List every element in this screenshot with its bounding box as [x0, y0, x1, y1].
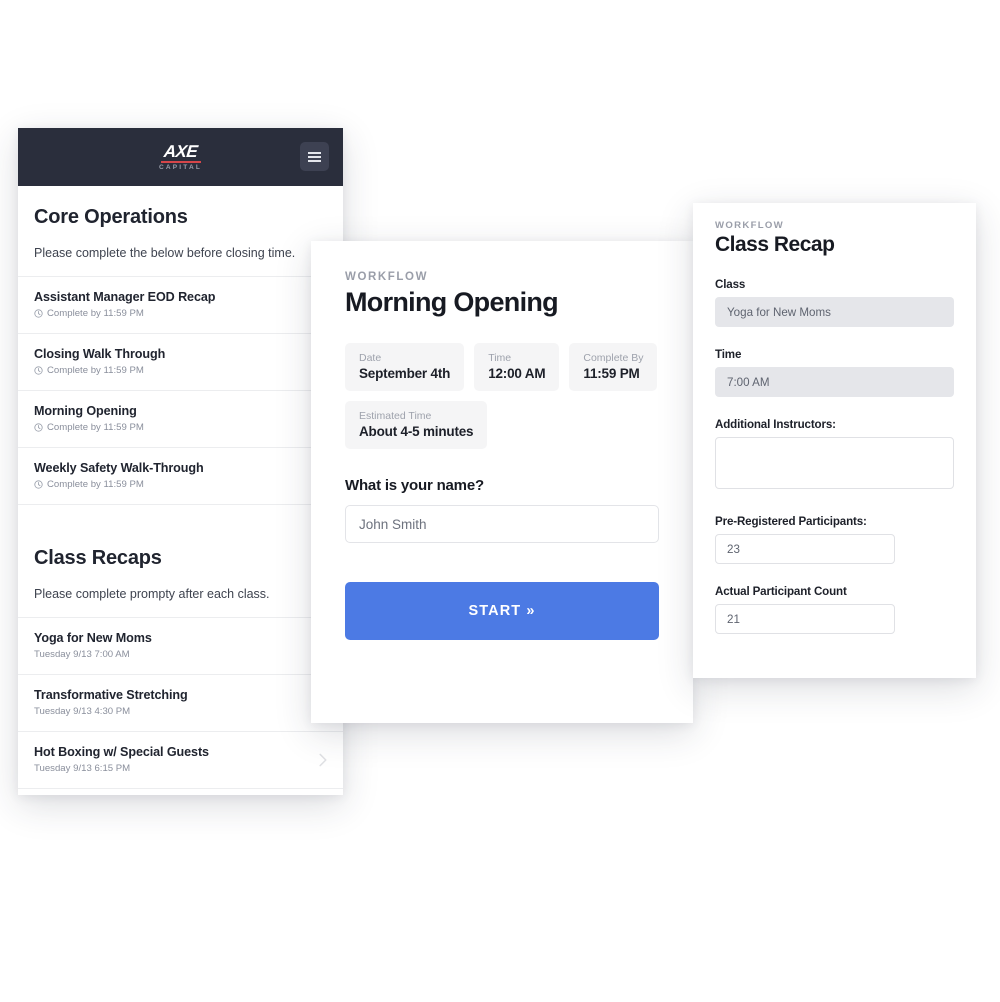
workflow-title: Morning Opening	[345, 287, 559, 317]
recap-fields: Class Time Additional Instructors: Pre-Regi…	[715, 278, 954, 634]
field-input[interactable]	[715, 534, 895, 564]
task-title: Weekly Safety Walk-Through	[34, 461, 204, 475]
task-row[interactable]: Assistant Manager EOD Recap Complete by 1…	[18, 277, 343, 334]
task-list-card: AXE CAPITAL Core Operations Please comple…	[18, 128, 343, 795]
section-subtitle: Please complete prompty after each class…	[18, 570, 343, 618]
task-title: Closing Walk Through	[34, 347, 166, 361]
chevron-right-icon	[319, 753, 327, 767]
screenshot-stage: AXE CAPITAL Core Operations Please comple…	[0, 0, 1000, 1002]
task-meta-text: Complete by 11:59 PM	[47, 308, 144, 319]
name-question-label: What is your name?	[345, 477, 484, 494]
clock-icon	[34, 480, 43, 489]
task-meta: Tuesday 9/13 7:00 AM	[34, 649, 327, 660]
field-input[interactable]	[715, 604, 895, 634]
meta-chip: Complete By 11:59 PM	[569, 343, 658, 391]
chip-value: September 4th	[359, 366, 451, 381]
task-row[interactable]: Closing Walk Through Complete by 11:59 PM	[18, 334, 343, 391]
logo-wordmark: AXE	[162, 141, 199, 161]
chip-value: 11:59 PM	[583, 366, 640, 381]
clock-icon	[34, 309, 43, 318]
field-input[interactable]	[715, 297, 954, 327]
chip-value: 12:00 AM	[488, 366, 546, 381]
task-meta-text: Complete by 11:59 PM	[47, 365, 144, 376]
task-meta-text: Tuesday 9/13 4:30 PM	[34, 706, 131, 717]
recap-title: Class Recap	[715, 233, 835, 256]
task-title: Transformative Stretching	[34, 688, 188, 702]
start-button[interactable]: START »	[345, 582, 659, 640]
chip-label: Date	[359, 352, 382, 364]
task-row[interactable]: Weekly Safety Walk-Through Complete by 11…	[18, 448, 343, 505]
chip-label: Time	[488, 352, 512, 364]
task-sections: Core Operations Please complete the below…	[18, 186, 343, 789]
task-meta: Tuesday 9/13 6:15 PM	[34, 763, 327, 774]
class-recap-card: WORKFLOW Class Recap Class Time Additional…	[693, 203, 976, 678]
clock-icon	[34, 366, 43, 375]
task-row[interactable]: Hot Boxing w/ Special Guests Tuesday 9/13…	[18, 732, 343, 789]
clock-icon	[34, 423, 43, 432]
workflow-kicker: WORKFLOW	[345, 271, 429, 283]
axe-capital-logo: AXE CAPITAL	[158, 141, 203, 172]
field-label: Additional Instructors:	[715, 418, 836, 431]
task-meta-text: Tuesday 9/13 6:15 PM	[34, 763, 131, 774]
task-title: Yoga for New Moms	[34, 631, 152, 645]
task-row[interactable]: Yoga for New Moms Tuesday 9/13 7:00 AM	[18, 618, 343, 675]
recap-kicker: WORKFLOW	[715, 220, 785, 231]
logo-subtitle: CAPITAL	[158, 163, 203, 171]
task-title: Assistant Manager EOD Recap	[34, 290, 216, 304]
section-header: Class Recaps	[18, 527, 343, 570]
field-input[interactable]	[715, 367, 954, 397]
task-row[interactable]: Morning Opening Complete by 11:59 PM	[18, 391, 343, 448]
field-label: Time	[715, 348, 742, 361]
task-meta: Complete by 11:59 PM	[34, 422, 327, 433]
name-input[interactable]	[345, 505, 659, 543]
field-label: Pre-Registered Participants:	[715, 515, 867, 528]
task-row[interactable]: Transformative Stretching Tuesday 9/13 4:…	[18, 675, 343, 732]
workflow-start-card: WORKFLOW Morning Opening Date September 4…	[311, 241, 693, 723]
task-meta-text: Complete by 11:59 PM	[47, 422, 144, 433]
section-title: Class Recaps	[34, 547, 162, 569]
chip-label: Estimated Time	[359, 410, 432, 422]
hamburger-icon	[308, 150, 321, 164]
app-header: AXE CAPITAL	[18, 128, 343, 186]
section-header: Core Operations	[18, 186, 343, 229]
meta-chip: Estimated Time About 4-5 minutes	[345, 401, 488, 449]
task-meta: Complete by 11:59 PM	[34, 308, 327, 319]
task-meta: Complete by 11:59 PM	[34, 365, 327, 376]
section-subtitle: Please complete the below before closing…	[18, 229, 343, 277]
meta-chip: Date September 4th	[345, 343, 465, 391]
logo-underline-rule	[160, 160, 201, 163]
field-input[interactable]	[715, 437, 954, 489]
task-meta-text: Tuesday 9/13 7:00 AM	[34, 649, 130, 660]
task-meta: Tuesday 9/13 4:30 PM	[34, 706, 327, 717]
chip-value: About 4-5 minutes	[359, 424, 474, 439]
section-title: Core Operations	[34, 206, 188, 228]
task-title: Hot Boxing w/ Special Guests	[34, 745, 209, 759]
hamburger-menu-button[interactable]	[300, 142, 329, 171]
field-label: Actual Participant Count	[715, 585, 847, 598]
task-meta-text: Complete by 11:59 PM	[47, 479, 144, 490]
task-title: Morning Opening	[34, 404, 137, 418]
task-meta: Complete by 11:59 PM	[34, 479, 327, 490]
field-label: Class	[715, 278, 746, 291]
meta-chip: Time 12:00 AM	[474, 343, 560, 391]
workflow-meta-chips: Date September 4th Time 12:00 AM Complete By…	[345, 343, 659, 449]
chip-label: Complete By	[583, 352, 644, 364]
